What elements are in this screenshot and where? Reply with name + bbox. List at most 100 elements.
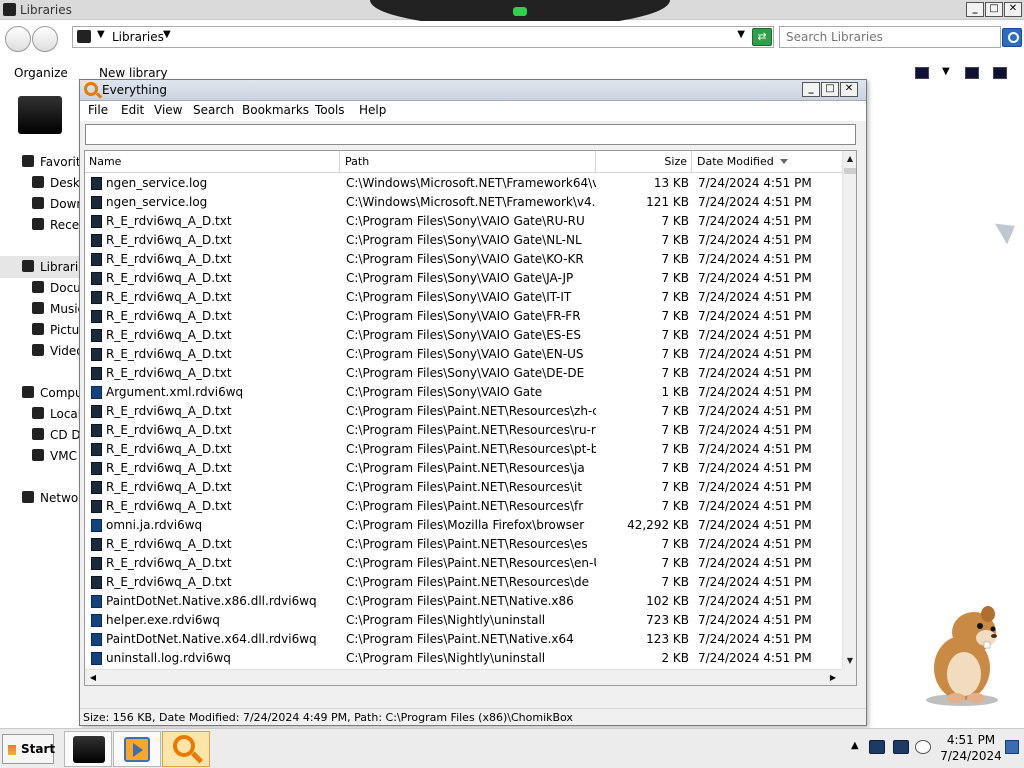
column-header-date-modified[interactable]: Date Modified [693,151,843,173]
start-button[interactable]: Start [2,734,55,764]
everything-minimize-button[interactable]: _ [802,82,820,97]
menu-bookmarks[interactable]: Bookmarks [242,103,309,117]
menu-file[interactable]: File [88,103,108,117]
results-list[interactable]: Name Path Size Date Modified ngen_servic… [84,150,857,686]
explorer-close-button[interactable]: ✕ [1004,2,1022,17]
scroll-up-icon[interactable]: ▲ [843,151,856,167]
file-date-cell: 7/24/2024 4:51 PM [698,214,812,228]
everything-close-button[interactable]: ✕ [840,82,858,97]
action-center-flag-icon[interactable] [1005,740,1019,754]
table-row[interactable]: R_E_rdvi6wq_A_D.txt C:\Program Files\Pain… [85,478,842,497]
file-size-cell: 7 KB [661,575,689,589]
table-row[interactable]: R_E_rdvi6wq_A_D.txt C:\Program Files\Pain… [85,459,842,478]
table-row[interactable]: PaintDotNet.Native.x64.dll.rdvi6wq C:\Pro… [85,630,842,649]
chevron-down-icon[interactable]: ▼ [97,29,105,40]
clock[interactable]: 4:51 PM 7/24/2024 [937,732,1005,764]
everything-search-input[interactable] [86,125,855,144]
vertical-scrollbar[interactable]: ▲ ▼ [842,151,856,669]
table-row[interactable]: R_E_rdvi6wq_A_D.txt C:\Program Files\Pain… [85,402,842,421]
taskbar-explorer-button[interactable] [64,731,112,767]
nav-music[interactable]: Music [32,302,84,320]
menu-edit[interactable]: Edit [121,103,144,117]
address-history-dropdown-icon[interactable]: ▼ [737,29,745,40]
table-row[interactable]: Argument.xml.rdvi6wq C:\Program Files\Son… [85,383,842,402]
preview-pane-icon[interactable] [965,67,979,79]
file-path-cell: C:\Program Files\Paint.NET\Resources\pt-… [346,442,596,456]
everything-search-field[interactable] [85,124,856,145]
menu-help[interactable]: Help [359,103,386,117]
table-row[interactable]: R_E_rdvi6wq_A_D.txt C:\Program Files\Pain… [85,421,842,440]
table-row[interactable]: R_E_rdvi6wq_A_D.txt C:\Program Files\Pain… [85,554,842,573]
horizontal-scrollbar[interactable]: ◀ ▶ [85,669,842,685]
table-row[interactable]: helper.exe.rdvi6wq C:\Program Files\Night… [85,611,842,630]
file-size-cell: 7 KB [661,309,689,323]
scroll-down-icon[interactable]: ▼ [843,653,856,669]
table-row[interactable]: R_E_rdvi6wq_A_D.txt C:\Program Files\Pain… [85,535,842,554]
chevron-down-icon[interactable]: ▼ [942,66,950,77]
clock-time: 4:51 PM [946,733,996,747]
table-row[interactable]: R_E_rdvi6wq_A_D.txt C:\Program Files\Sony… [85,212,842,231]
column-header-path[interactable]: Path [341,151,596,173]
file-size-cell: 723 KB [646,613,689,627]
new-library-button[interactable]: New library [99,66,168,80]
table-row[interactable]: PaintDotNet.Native.x86.dll.rdvi6wq C:\Pro… [85,592,842,611]
nav-vmc[interactable]: VMC [32,449,77,467]
organize-button[interactable]: Organize [14,66,68,80]
menu-view[interactable]: View [154,103,182,117]
scroll-thumb[interactable] [844,168,856,174]
taskbar-everything-button[interactable] [162,731,210,767]
explorer-minimize-button[interactable]: _ [966,2,984,17]
file-name-cell: R_E_rdvi6wq_A_D.txt [106,347,232,361]
table-row[interactable]: R_E_rdvi6wq_A_D.txt C:\Program Files\Sony… [85,269,842,288]
column-header-name[interactable]: Name [85,151,340,173]
file-name-cell: omni.ja.rdvi6wq [106,518,203,532]
libraries-large-icon [18,96,62,134]
file-name-cell: R_E_rdvi6wq_A_D.txt [106,442,232,456]
table-row[interactable]: R_E_rdvi6wq_A_D.txt C:\Program Files\Sony… [85,231,842,250]
everything-maximize-button[interactable]: □ [821,82,839,97]
show-hidden-icons-icon[interactable]: ▲ [851,740,859,751]
file-size-cell: 7 KB [661,537,689,551]
table-row[interactable]: R_E_rdvi6wq_A_D.txt C:\Program Files\Pain… [85,497,842,516]
encrypted-file-icon [91,595,102,608]
explorer-maximize-button[interactable]: □ [985,2,1003,17]
table-row[interactable]: ngen_service.log C:\Windows\Microsoft.NET… [85,193,842,212]
table-row[interactable]: uninstall.log.rdvi6wq C:\Program Files\Ni… [85,649,842,668]
scroll-right-icon[interactable]: ▶ [825,670,841,685]
explorer-title-bar[interactable]: Libraries _ □ ✕ [0,0,1024,28]
forward-button[interactable] [32,26,58,52]
table-row[interactable]: R_E_rdvi6wq_A_D.txt C:\Program Files\Sony… [85,250,842,269]
menu-tools[interactable]: Tools [315,103,345,117]
file-name-cell: R_E_rdvi6wq_A_D.txt [106,537,232,551]
back-button[interactable] [5,26,31,52]
change-view-icon[interactable] [915,67,929,79]
table-row[interactable]: R_E_rdvi6wq_A_D.txt C:\Program Files\Pain… [85,573,842,592]
menu-search[interactable]: Search [193,103,234,117]
table-row[interactable]: omni.ja.rdvi6wq C:\Program Files\Mozilla … [85,516,842,535]
table-row[interactable]: R_E_rdvi6wq_A_D.txt C:\Program Files\Sony… [85,326,842,345]
explorer-search-field[interactable] [779,26,1001,48]
text-file-icon [91,405,102,418]
refresh-button[interactable]: ⇄ [752,28,772,46]
chevron-down-icon[interactable]: ▼ [163,29,171,40]
scroll-left-icon[interactable]: ◀ [85,670,101,685]
table-row[interactable]: R_E_rdvi6wq_A_D.txt C:\Program Files\Sony… [85,307,842,326]
table-row[interactable]: R_E_rdvi6wq_A_D.txt C:\Program Files\Sony… [85,288,842,307]
volume-icon[interactable] [915,740,931,754]
file-path-cell: C:\Program Files\Sony\VAIO Gate\ES-ES [346,328,581,342]
display-icon[interactable] [893,740,909,754]
network-status-icon[interactable] [869,740,885,754]
file-date-cell: 7/24/2024 4:51 PM [698,575,812,589]
explorer-search-input[interactable] [780,27,1000,47]
table-row[interactable]: R_E_rdvi6wq_A_D.txt C:\Program Files\Sony… [85,364,842,383]
explorer-navigation-pane: Favorites Desktop Downloads Recent Place… [0,150,136,520]
column-header-size[interactable]: Size [597,151,692,173]
help-icon[interactable] [993,67,1007,79]
taskbar-media-player-button[interactable] [113,731,161,767]
table-row[interactable]: R_E_rdvi6wq_A_D.txt C:\Program Files\Pain… [85,440,842,459]
everything-title-bar[interactable]: Everything _ □ ✕ [80,80,866,101]
table-row[interactable]: R_E_rdvi6wq_A_D.txt C:\Program Files\Sony… [85,345,842,364]
table-row[interactable]: ngen_service.log C:\Windows\Microsoft.NET… [85,174,842,193]
search-icon[interactable] [1002,28,1022,47]
address-box[interactable]: ▼ Libraries ▼ ▼ [72,26,774,48]
